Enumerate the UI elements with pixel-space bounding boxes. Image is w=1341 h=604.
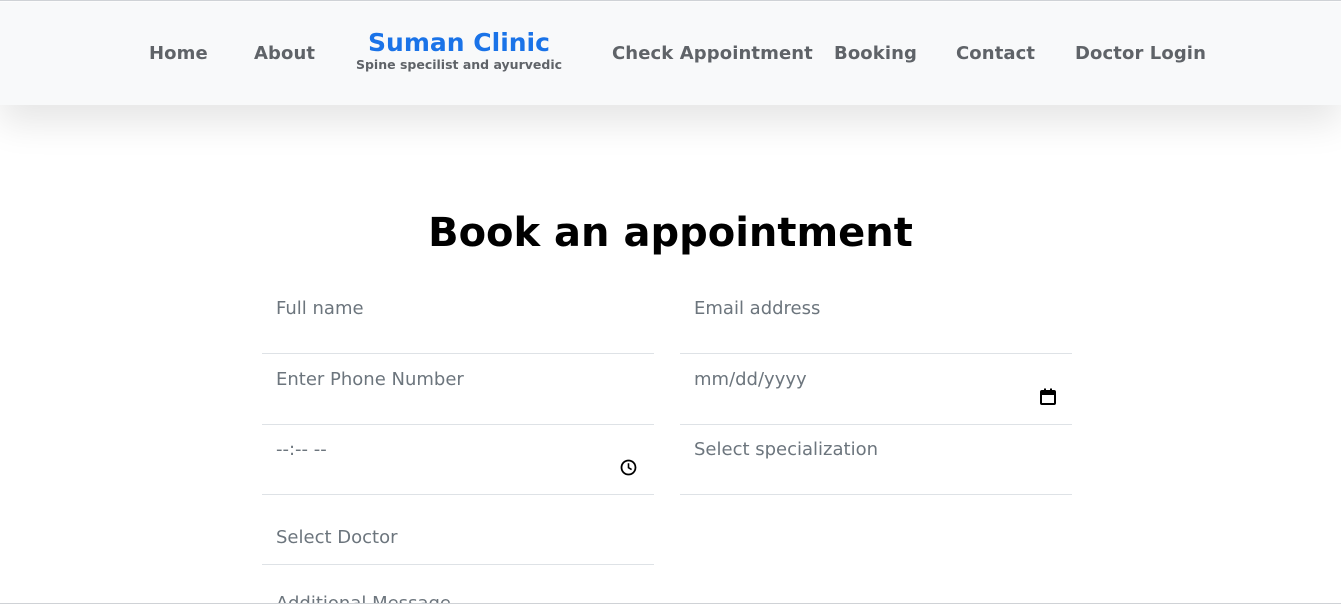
specialization-placeholder: Select specialization [694,439,879,460]
brand-name: Suman Clinic [368,28,550,57]
nav-doctor-login-link[interactable]: Doctor Login [1075,43,1206,64]
message-placeholder[interactable]: Additional Message [276,593,451,603]
nav-about-link[interactable]: About [254,43,315,64]
doctor-placeholder: Select Doctor [276,527,398,548]
date-placeholder: mm/dd/yyyy [694,369,807,390]
navbar: Home About Suman Clinic Spine specilist … [0,2,1341,105]
nav-booking-link[interactable]: Booking [834,43,917,64]
full-name-input[interactable]: Full name [262,284,654,354]
nav-check-appointment-link[interactable]: Check Appointment [612,43,813,64]
brand-logo[interactable]: Suman Clinic Spine specilist and ayurved… [355,28,563,72]
email-placeholder: Email address [694,298,821,319]
full-name-placeholder: Full name [276,298,364,319]
clock-icon[interactable] [620,459,637,476]
brand-tagline: Spine specilist and ayurvedic [355,57,563,72]
phone-input[interactable]: Enter Phone Number [262,355,654,425]
nav-contact-link[interactable]: Contact [956,43,1035,64]
page: Home About Suman Clinic Spine specilist … [0,0,1341,604]
date-input[interactable]: mm/dd/yyyy [680,355,1072,425]
nav-home-link[interactable]: Home [149,43,208,64]
email-input[interactable]: Email address [680,284,1072,354]
calendar-icon[interactable] [1040,388,1056,405]
specialization-select[interactable]: Select specialization [680,425,1072,495]
time-placeholder: --:-- -- [276,439,327,460]
page-title: Book an appointment [428,210,913,256]
doctor-select[interactable]: Select Doctor [262,495,654,565]
time-input[interactable]: --:-- -- [262,425,654,495]
phone-placeholder: Enter Phone Number [276,369,464,390]
